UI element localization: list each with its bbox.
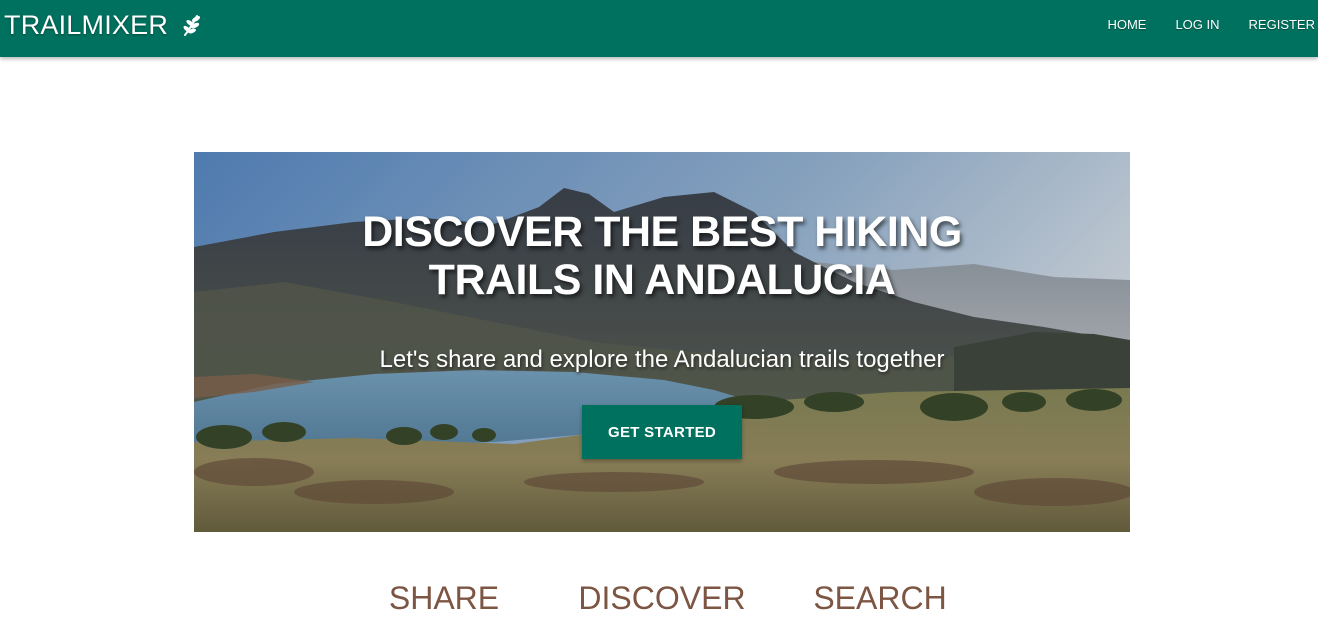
nav-login-link[interactable]: LOG IN xyxy=(1175,16,1219,34)
nav-register-link[interactable]: REGISTER xyxy=(1249,16,1315,34)
hero-title-line2: TRAILS IN ANDALUCIA xyxy=(428,256,896,304)
feature-title-discover: DISCOVER xyxy=(578,580,746,616)
get-started-button[interactable]: GET STARTED xyxy=(582,405,742,459)
hero-title: DISCOVER THE BEST HIKING TRAILS IN ANDAL… xyxy=(194,208,1130,304)
hero-banner: DISCOVER THE BEST HIKING TRAILS IN ANDAL… xyxy=(194,152,1130,532)
nav-links: HOME LOG IN REGISTER xyxy=(1078,16,1315,34)
leaf-sprig-icon xyxy=(181,13,203,37)
brand-logo-link[interactable]: TRAILMIXER xyxy=(4,8,203,42)
hero-title-line1: DISCOVER THE BEST HIKING xyxy=(362,208,962,256)
feature-title-share: SHARE xyxy=(388,580,500,616)
top-navbar: TRAILMIXER HOME LOG IN REGISTER xyxy=(0,0,1318,57)
brand-name: TRAILMIXER xyxy=(4,9,169,40)
hero-subtitle: Let's share and explore the Andalucian t… xyxy=(379,346,945,373)
feature-title-search: SEARCH xyxy=(813,580,947,616)
nav-home-link[interactable]: HOME xyxy=(1107,16,1146,34)
